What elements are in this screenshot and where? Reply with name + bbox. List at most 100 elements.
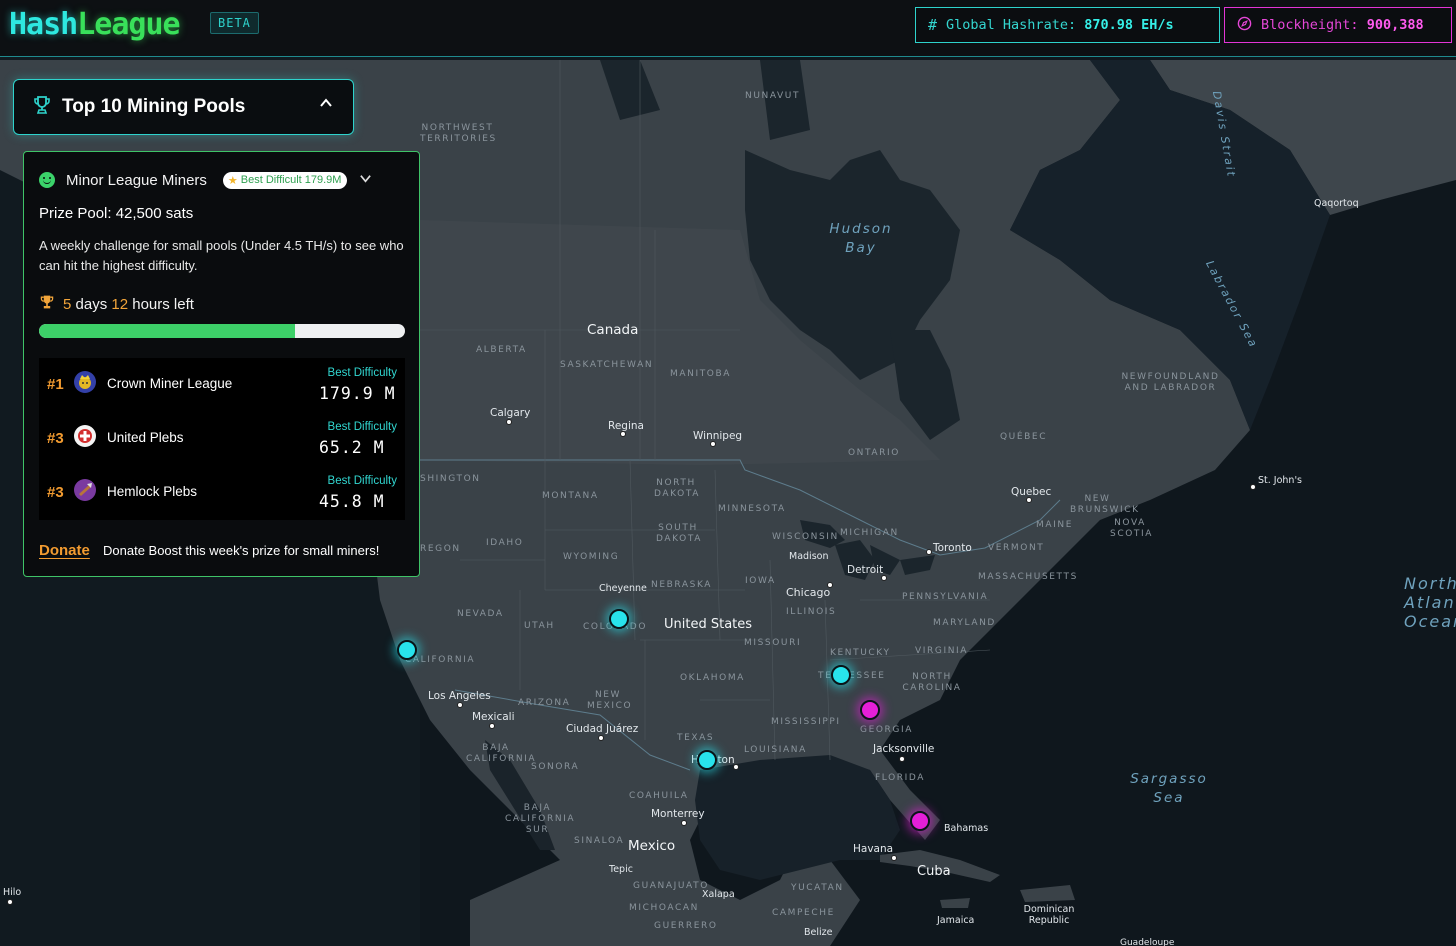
map-view[interactable]: NUNAVUT NORTHWEST TERRITORIES Hudson Bay… [0,0,1456,946]
label-tepic: Tepic [609,864,633,875]
label-pennsylvania: PENNSYLVANIA [902,592,989,602]
label-hilo: Hilo [3,887,22,898]
city-dot [598,735,604,741]
league-header[interactable]: Minor League Miners ★ Best Difficult 179.… [39,170,409,190]
label-qaqortoq: Qaqortoq [1314,198,1359,209]
city-dot [899,756,905,762]
label-texas: TEXAS [677,733,715,743]
label-hudson-bay: Hudson Bay [829,221,893,256]
top-10-title: Top 10 Mining Pools [62,96,246,117]
label-new-brunswick: NEW BRUNSWICK [1070,494,1140,515]
league-title: Minor League Miners [66,171,207,189]
label-ciudad-juarez: Ciudad Juárez [566,723,639,735]
label-ontario: ONTARIO [848,448,900,458]
label-michigan: MICHIGAN [840,528,899,538]
badge-text: Best Difficult 179.9M [240,174,342,186]
label-alberta: ALBERTA [476,345,527,355]
trophy-icon [39,294,55,314]
league-description: A weekly challenge for small pools (Unde… [39,238,404,273]
pool-marker-houston[interactable] [697,750,717,770]
label-kentucky: KENTUCKY [830,648,891,658]
label-wyoming: WYOMING [563,552,620,562]
label-jacksonville: Jacksonville [873,743,935,755]
rank: #3 [47,484,64,501]
pool-marker-tennessee[interactable] [831,665,851,685]
smiley-icon [39,172,55,188]
leaderboard-row[interactable]: #1 Crown Miner League Best Difficulty 17… [39,358,405,412]
time-remaining: 5 days 12 hours left [39,294,194,314]
best-difficulty-value: 179.9 M [319,384,396,403]
label-oklahoma: OKLAHOMA [680,673,745,683]
label-havana: Havana [853,843,894,855]
label-chicago: Chicago [786,586,831,599]
label-virginia: VIRGINIA [915,646,969,656]
label-quebec-city: Quebec [1011,486,1052,498]
leaderboard: #1 Crown Miner League Best Difficulty 17… [39,358,405,520]
label-vermont: VERMONT [988,543,1045,553]
logo-hash: Hash [9,7,78,42]
label-wisconsin: WISCONSIN [772,532,839,542]
hashrate-label: Global Hashrate: [946,17,1077,33]
city-dot [710,441,716,447]
city-dot [489,723,495,729]
label-dominican-republic: Dominican Republic [1023,904,1075,926]
label-manitoba: MANITOBA [670,369,732,379]
chevron-down-icon[interactable] [359,172,372,188]
global-hashrate-stat: # Global Hashrate: 870.98 EH/s [915,7,1220,43]
label-st-johns: St. John's [1258,475,1303,486]
blockheight-label: Blockheight: [1261,17,1359,33]
label-massachusetts: MASSACHUSETTS [978,572,1078,582]
label-florida: FLORIDA [875,773,925,783]
pool-name: Crown Miner League [107,376,233,391]
label-los-angeles: Los Angeles [428,690,491,702]
city-dot [7,899,13,905]
logo[interactable]: HashLeague [9,7,181,42]
trophy-icon [32,95,52,120]
label-tennessee: TENNESSEE [818,671,886,681]
time-progress-bar [39,324,405,338]
pool-marker-california[interactable] [397,640,417,660]
label-nunavut: NUNAVUT [745,91,801,101]
city-dot [827,582,833,588]
label-quebec-province: QUÉBEC [1000,432,1048,442]
label-toronto: Toronto [933,542,972,554]
label-georgia: GEORGIA [860,725,913,735]
label-maryland: MARYLAND [933,618,996,628]
chevron-up-icon[interactable] [319,96,333,115]
label-cuba: Cuba [917,864,951,879]
pool-marker-colorado[interactable] [609,609,629,629]
label-canada: Canada [587,322,639,338]
label-nebraska: NEBRASKA [651,580,713,590]
label-regina: Regina [608,420,644,432]
label-mexico: Mexico [628,838,676,854]
label-north-atlantic-ocean: North Atlantic Ocean [1404,574,1456,631]
label-louisiana: LOUISIANA [744,745,807,755]
pool-marker-georgia[interactable] [860,700,880,720]
label-saskatchewan: SASKATCHEWAN [560,360,654,370]
label-minnesota: MINNESOTA [718,504,786,514]
label-sonora: SONORA [531,762,580,772]
donate-link[interactable]: Donate [39,542,90,559]
leaderboard-row[interactable]: #3 United Plebs Best Difficulty 65.2 M [39,412,405,466]
hours-value: 12 [111,295,129,313]
label-calgary: Calgary [490,407,531,419]
hash-icon: # [928,16,938,34]
leaderboard-row[interactable]: #3 Hemlock Plebs Best Difficulty 45.8 M [39,466,405,520]
label-sinaloa: SINALOA [574,836,625,846]
minor-league-card: Minor League Miners ★ Best Difficult 179.… [23,151,420,577]
city-dot [1250,484,1256,490]
pool-name: United Plebs [107,430,184,445]
rank: #1 [47,376,64,393]
label-california: CALIFORNIA [405,655,476,665]
label-missouri: MISSOURI [744,638,802,648]
city-dot [926,549,932,555]
pool-marker-florida[interactable] [910,811,930,831]
label-oregon: REGON [420,544,461,554]
star-icon: ★ [227,174,238,187]
label-washington: SHINGTON [420,474,481,484]
top-10-mining-pools-toggle[interactable]: Top 10 Mining Pools [13,79,354,135]
rank: #3 [47,430,64,447]
label-montana: MONTANA [542,491,599,501]
label-illinois: ILLINOIS [786,607,837,617]
city-dot [620,431,626,437]
